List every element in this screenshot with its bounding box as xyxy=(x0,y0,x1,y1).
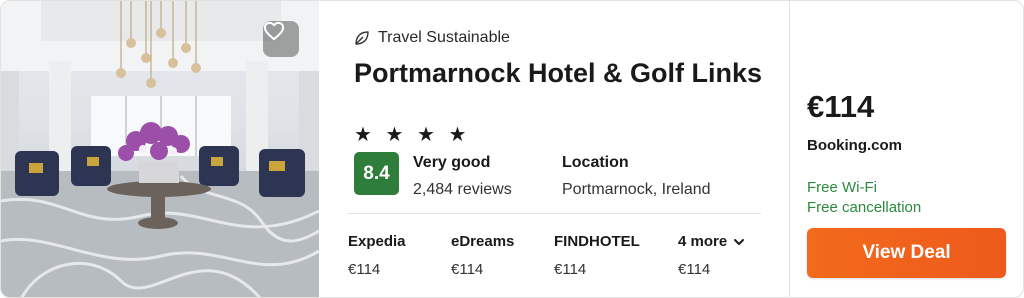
sustainability-badge[interactable]: Travel Sustainable xyxy=(354,28,510,48)
favorite-button[interactable] xyxy=(263,21,299,57)
provider-name: FINDHOTEL xyxy=(554,233,640,250)
provider-price: €114 xyxy=(554,261,587,278)
rating-label: Very good xyxy=(413,154,491,171)
provider-name: eDreams xyxy=(451,233,515,250)
provider-price: €114 xyxy=(678,261,711,278)
sustainability-label: Travel Sustainable xyxy=(378,29,510,46)
hotel-name[interactable]: Portmarnock Hotel & Golf Links xyxy=(354,56,774,90)
star-rating: ★ ★ ★ ★ xyxy=(354,124,471,146)
deal-price: €114 xyxy=(807,89,875,124)
more-providers-button[interactable]: 4 more €114 xyxy=(678,233,745,278)
hotel-card[interactable]: Travel Sustainable Portmarnock Hotel & G… xyxy=(0,0,1024,298)
section-divider xyxy=(348,213,761,214)
deal-seller: Booking.com xyxy=(807,137,903,154)
perk-free-cancellation: Free cancellation xyxy=(807,199,922,216)
provider-price: €114 xyxy=(451,261,484,278)
provider-edreams[interactable]: eDreams €114 xyxy=(451,233,514,278)
hotel-info: Travel Sustainable Portmarnock Hotel & G… xyxy=(319,1,789,297)
rating-score-badge: 8.4 xyxy=(354,152,399,195)
provider-expedia[interactable]: Expedia €114 xyxy=(348,233,406,278)
provider-name: Expedia xyxy=(348,233,406,250)
leaf-icon xyxy=(355,31,369,45)
view-deal-button[interactable]: View Deal xyxy=(807,228,1006,278)
provider-price: €114 xyxy=(348,261,381,278)
rating-summary[interactable]: Very good 2,484 reviews xyxy=(413,154,512,199)
review-count: 2,484 reviews xyxy=(413,181,512,198)
more-providers-label: 4 more xyxy=(678,233,728,250)
provider-list: Expedia €114 eDreams €114 FINDHOTEL €114… xyxy=(348,233,768,285)
location-label: Location xyxy=(562,154,629,171)
chevron-down-icon xyxy=(734,238,745,245)
location-value: Portmarnock, Ireland xyxy=(562,181,711,198)
perk-free-wifi: Free Wi-Fi xyxy=(807,179,877,196)
deal-panel: €114 Booking.com Free Wi-Fi Free cancell… xyxy=(790,1,1023,297)
location-info[interactable]: Location Portmarnock, Ireland xyxy=(562,154,711,199)
hotel-photo[interactable] xyxy=(1,1,319,297)
provider-findhotel[interactable]: FINDHOTEL €114 xyxy=(554,233,640,278)
more-providers-label-row: 4 more xyxy=(678,233,745,250)
heart-outline-icon xyxy=(263,21,285,41)
